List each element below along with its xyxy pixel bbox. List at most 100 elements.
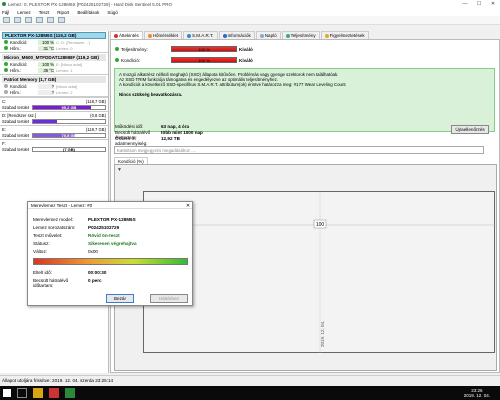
free-space-bar: 95,2 GB: [32, 104, 106, 110]
temp-label: Hőm.:: [10, 67, 22, 73]
status-bar: Állapot utoljára frissítve: 2019. 12. 04…: [0, 375, 500, 385]
dialog-key: Teszt művelet:: [33, 233, 63, 238]
menu-test[interactable]: Teszt: [39, 10, 50, 15]
disk-extra: C: D: [Rendszer ...]: [56, 39, 91, 45]
partition-item[interactable]: C: (118,7 GB) Szabad terület 95,2 GB: [0, 97, 108, 111]
start-icon[interactable]: [3, 389, 11, 397]
free-space-value: 95,2 GB: [61, 104, 77, 110]
report-icon[interactable]: [25, 17, 32, 23]
menu-disk[interactable]: Lemez: [17, 10, 31, 15]
dialog-key: Lemez sorozatszám:: [33, 225, 76, 230]
info-row: Összes írt adatmennyiség: 12,92 TB: [115, 136, 180, 146]
toolbar: [0, 16, 500, 25]
dialog-value: Sikeresen végrehajtva: [88, 241, 137, 246]
tab-label: Teljesítmény: [290, 33, 316, 38]
menu-settings[interactable]: Beállítások: [77, 10, 99, 15]
menu-bar: Fájl Lemez Teszt Riport Beállítások Súgó: [0, 8, 500, 16]
info-value: 63 nap, 4 óra: [161, 124, 190, 129]
close-dialog-button[interactable]: Bezár: [106, 294, 134, 303]
point-label: 100: [316, 222, 325, 228]
comment-input[interactable]: Kattintson megjegyzés megadásához ....: [114, 146, 484, 154]
disk-name[interactable]: Micron_M600_MTFDDAT128MBF (119,2 GB): [2, 54, 106, 61]
dialog-value: PLEXTOR PX-128M6S: [88, 217, 136, 222]
tab-log[interactable]: Napló: [255, 31, 281, 39]
tab-information[interactable]: Információk: [218, 31, 255, 39]
dialog-key: Merevlemez model:: [33, 217, 74, 222]
chart-filter-icon[interactable]: ▼: [117, 167, 122, 173]
refresh-icon[interactable]: [3, 17, 10, 23]
title-bar: Lemez: 0, PLEXTOR PX-128M6S [P0242510272…: [0, 0, 500, 8]
dialog-key: Státusz:: [33, 241, 50, 246]
menu-file[interactable]: Fájl: [2, 10, 9, 15]
dialog-key: Eltelt idő:: [33, 270, 52, 275]
dialog-row: Becsült hátralévő időtartam: 0 perc: [33, 278, 102, 288]
menu-help[interactable]: Súgó: [107, 10, 118, 15]
info-key: Működési idő:: [115, 124, 144, 129]
health-row: Teljesítmény: 100 % Kiváló: [115, 45, 253, 53]
condition-percent: 100 %: [198, 58, 210, 63]
partition-item[interactable]: E: (118,7 GB) Szabad terület 70,5 GB: [0, 125, 108, 139]
settings-icon[interactable]: [47, 17, 54, 23]
tab-label: Hőmérséklet: [152, 33, 179, 38]
disk-item[interactable]: Micron_M600_MTFDDAT128MBF (119,2 GB) Kon…: [0, 53, 108, 75]
search-icon[interactable]: [17, 388, 27, 398]
disk-number: Lemez: 0: [56, 45, 73, 51]
taskbar: 23:26 2019. 12. 04.: [0, 386, 500, 400]
condition-value: 100 %: [38, 61, 54, 67]
help-icon[interactable]: [58, 17, 65, 23]
free-space-value: 0,2 GB: [62, 118, 76, 124]
hds-icon[interactable]: [65, 388, 75, 398]
recheck-button[interactable]: Újraellenőrzés: [451, 125, 489, 134]
condition-text: Kiváló: [239, 57, 253, 63]
mail-icon[interactable]: [36, 17, 43, 23]
disk-item[interactable]: Patriot Memory (1,7 GB) Kondíció:? [Nincs…: [0, 75, 108, 97]
tab-bar: Áttekintés Hőmérséklet S.M.A.R.T. Inform…: [110, 31, 500, 39]
temp-label: Hőm.:: [10, 89, 22, 95]
close-button[interactable]: ✕: [486, 0, 500, 8]
info-row: Működési idő: 63 nap, 4 óra: [115, 124, 189, 129]
condition-label: Kondíció:: [121, 57, 141, 63]
disk-extra: E: [Nincs adat]: [56, 61, 83, 67]
temp-icon: [4, 68, 8, 72]
dialog-row: Merevlemez model: PLEXTOR PX-128M6S: [33, 217, 136, 222]
tab-overview[interactable]: Áttekintés: [110, 31, 143, 39]
maximize-button[interactable]: ☐: [472, 0, 486, 8]
tab-alerts[interactable]: Figyelmeztetések: [320, 31, 369, 39]
dialog-row: Lemez sorozatszám: P02425102729: [33, 225, 119, 230]
disk-number: Lemez: 2: [56, 89, 73, 95]
disk-name[interactable]: PLEXTOR PX-128M6S (119,2 GB): [2, 32, 106, 39]
dialog-value: 00:00:30: [88, 270, 107, 275]
browser-icon[interactable]: [49, 388, 59, 398]
menu-report[interactable]: Riport: [57, 10, 69, 15]
dialog-close-icon[interactable]: ✕: [184, 202, 192, 209]
clock[interactable]: 23:26 2019. 12. 04.: [464, 388, 500, 398]
partition-size: (0,6 GB): [90, 113, 106, 118]
disk-item[interactable]: PLEXTOR PX-128M6S (119,2 GB) Kondíció: 10…: [0, 31, 108, 53]
tab-temperature[interactable]: Hőmérséklet: [143, 31, 183, 39]
partition-name: D: [Rendszer ssz.]: [2, 113, 37, 118]
tab-smart[interactable]: S.M.A.R.T.: [183, 31, 218, 39]
free-space-label: Szabad terület: [2, 118, 30, 124]
tab-label: Figyelmeztetések: [329, 33, 365, 38]
thermometer-icon: [147, 33, 152, 38]
partition-name: C:: [2, 99, 7, 104]
minimize-button[interactable]: —: [458, 0, 472, 8]
partition-item[interactable]: F: Szabad terület (7 GB): [0, 139, 108, 153]
test-progress-bar: [33, 258, 188, 265]
background-button[interactable]: Háttérben: [150, 294, 188, 303]
free-space-bar: (7 GB): [32, 146, 106, 152]
condition-label: Kondíció:: [10, 39, 28, 45]
disk-icon[interactable]: [14, 17, 21, 23]
tab-performance[interactable]: Teljesítmény: [281, 31, 320, 39]
folder-icon[interactable]: [33, 388, 43, 398]
dialog-key: Változ:: [33, 249, 48, 254]
health-text: Kiváló: [239, 46, 253, 52]
alert-icon: [324, 33, 329, 38]
condition-label: Kondíció:: [10, 61, 28, 67]
smart-icon: [187, 33, 192, 38]
disk-test-dialog: Merevlemez Teszt - Lemez: #0 ✕ Merevleme…: [27, 201, 193, 306]
disk-name[interactable]: Patriot Memory (1,7 GB): [2, 76, 106, 83]
condition-value: ?: [38, 83, 54, 89]
temp-icon: [4, 46, 8, 50]
partition-item[interactable]: D: [Rendszer ssz.] (0,6 GB) Szabad terüle…: [0, 111, 108, 125]
